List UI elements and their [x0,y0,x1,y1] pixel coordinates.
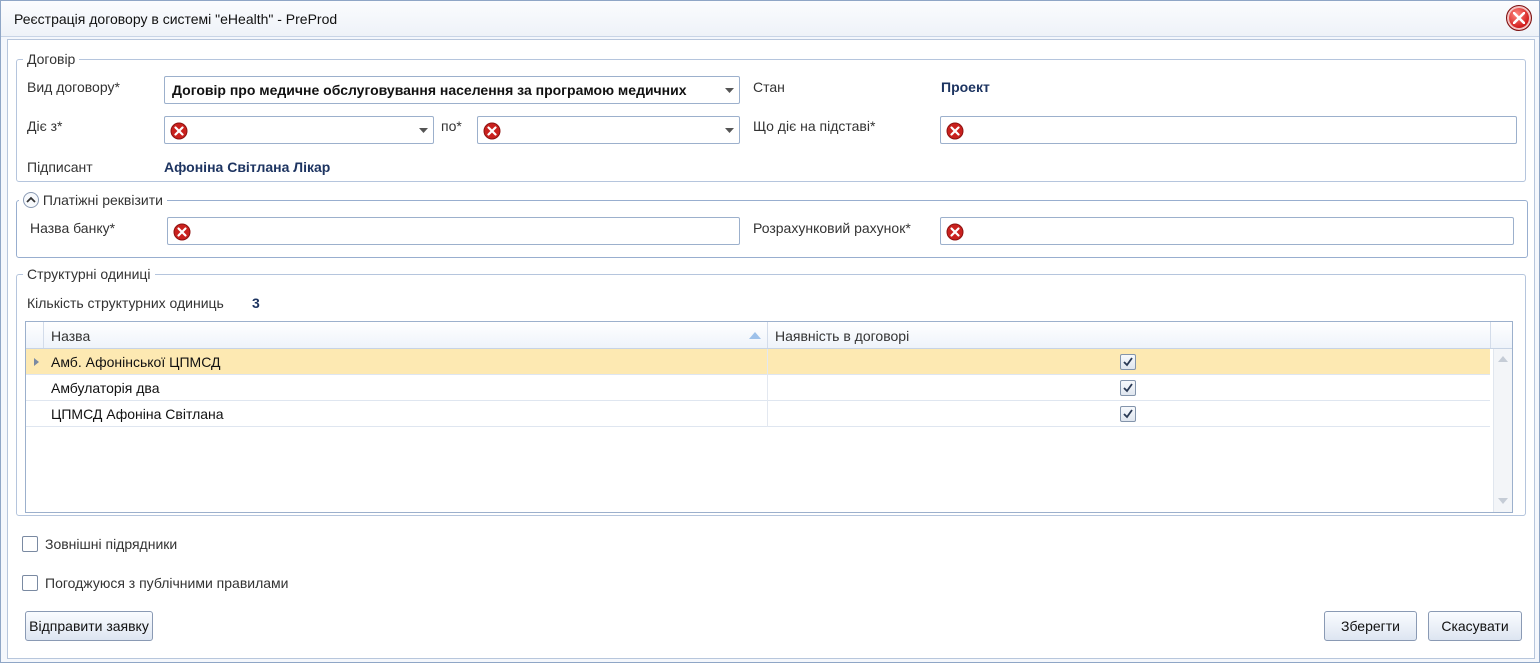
bank-name-label: Назва банку* [30,220,116,236]
contract-legend: Договір [27,51,76,67]
table-row[interactable]: ЦПМСД Афоніна Світлана [26,401,1490,427]
column-divider [767,322,768,348]
close-button[interactable] [1506,5,1532,31]
dialog-body: Договір Вид договору* Договір про медичн… [7,39,1535,659]
included-checkbox[interactable] [1120,406,1136,422]
save-button[interactable]: Зберегти [1324,611,1417,641]
valid-to-date-field[interactable] [477,116,740,144]
valid-from-label: Діє з* [27,118,63,134]
valid-from-date-field[interactable] [164,116,434,144]
units-count-value: 3 [252,295,260,311]
cell-divider [767,349,768,375]
table-row[interactable]: Амб. Афонінської ЦПМСД [26,349,1490,375]
send-request-button[interactable]: Відправити заявку [25,611,153,641]
status-value: Проект [941,79,990,95]
included-checkbox[interactable] [1120,380,1136,396]
dialog-window: Реєстрація договору в системі "eHealth" … [0,0,1540,663]
scroll-up-icon[interactable] [1498,356,1508,362]
check-icon [1123,409,1133,419]
units-table: Назва Наявність в договорі Амб. Афонінсь… [25,321,1513,513]
external-contractors-label[interactable]: Зовнішні підрядники [45,536,177,552]
account-input[interactable] [940,217,1514,245]
valid-to-label: по* [441,118,462,134]
agree-rules-label[interactable]: Погоджуюся з публічними правилами [45,575,289,591]
included-checkbox[interactable] [1120,354,1136,370]
status-label: Стан [753,79,785,95]
row-indicator-header [26,322,44,348]
column-divider [1490,322,1491,348]
sort-ascending-icon[interactable] [749,332,761,339]
table-row[interactable]: Амбулаторія два [26,375,1490,401]
agree-rules-checkbox[interactable] [22,575,38,591]
chevron-down-icon[interactable] [725,128,734,134]
column-header-included[interactable]: Наявність в договорі [775,328,909,344]
window-title: Реєстрація договору в системі "eHealth" … [14,11,338,27]
title-bar[interactable]: Реєстрація договору в системі "eHealth" … [1,1,1539,37]
close-icon [1513,12,1525,24]
unit-name: Амбулаторія два [51,380,160,396]
vertical-scrollbar[interactable] [1493,349,1512,512]
payment-legend: Платіжні реквізити [42,192,163,208]
units-count-label: Кількість структурних одиниць [27,295,224,311]
unit-name: Амб. Афонінської ЦПМСД [51,354,221,370]
bank-name-input[interactable] [167,217,740,245]
table-header: Назва Наявність в договорі [26,322,1512,349]
collapse-icon[interactable] [23,192,39,208]
check-icon [1123,383,1133,393]
basis-label: Що діє на підставі* [753,118,876,134]
signer-value: Афоніна Світлана Лікар [164,159,331,175]
account-label: Розрахунковий рахунок* [753,220,911,236]
contract-type-dropdown[interactable]: Договір про медичне обслуговування насел… [164,76,740,104]
contract-type-value: Договір про медичне обслуговування насел… [172,82,687,98]
basis-input[interactable] [940,116,1517,144]
units-legend: Структурні одиниці [27,266,151,282]
error-icon [946,122,964,140]
error-icon [173,223,191,241]
column-header-name[interactable]: Назва [51,328,90,344]
check-icon [1123,357,1133,367]
unit-name: ЦПМСД Афоніна Світлана [51,406,224,422]
signer-label: Підписант [27,159,93,175]
cell-divider [767,401,768,427]
payment-legend-wrap: Платіжні реквізити [19,192,167,208]
error-icon [483,122,501,140]
error-icon [946,223,964,241]
cell-divider [767,375,768,401]
error-icon [170,122,188,140]
contract-type-label: Вид договору* [27,79,120,95]
chevron-down-icon[interactable] [419,128,428,134]
chevron-down-icon[interactable] [725,88,734,94]
scroll-down-icon[interactable] [1498,498,1508,504]
current-row-icon [34,358,39,366]
external-contractors-checkbox[interactable] [22,536,38,552]
cancel-button[interactable]: Скасувати [1428,611,1522,641]
